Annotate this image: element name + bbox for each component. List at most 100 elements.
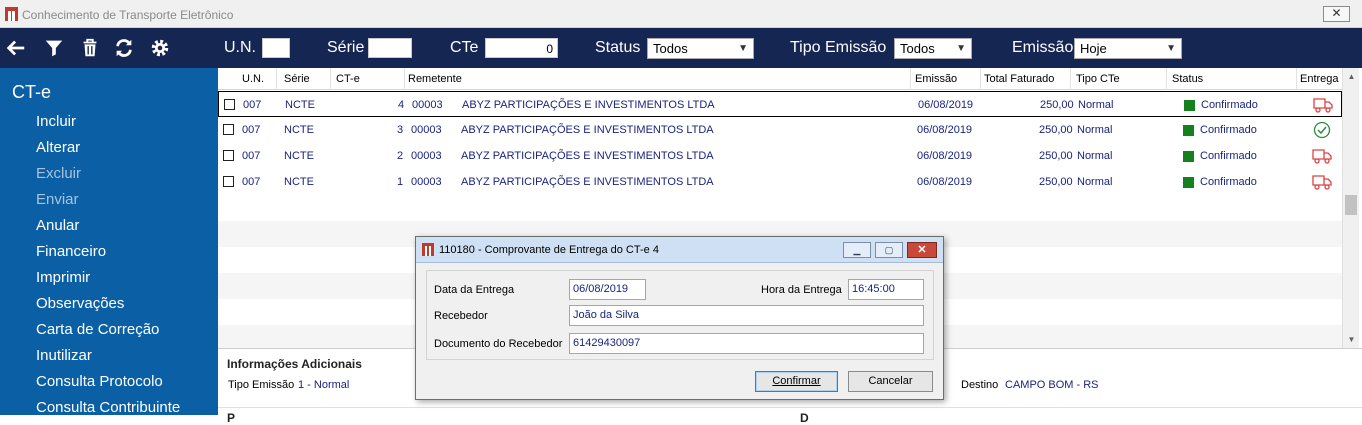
col-header-status[interactable]: Status bbox=[1172, 73, 1203, 85]
cte-label: CTe bbox=[450, 39, 479, 56]
cell-emissao: 06/08/2019 bbox=[918, 99, 974, 111]
col-divider bbox=[276, 68, 277, 90]
col-header-entrega[interactable]: Entrega bbox=[1300, 73, 1339, 85]
tipo-emissao-select-value: Todos bbox=[900, 41, 935, 56]
cell-total: 250,00 bbox=[1039, 150, 1073, 162]
cell-tipo: Normal bbox=[1077, 150, 1113, 162]
chevron-down-icon: ▼ bbox=[1166, 43, 1176, 54]
scroll-down-icon[interactable]: ▼ bbox=[1343, 331, 1360, 348]
data-entrega-label: Data da Entrega bbox=[434, 284, 515, 296]
cell-emissao: 06/08/2019 bbox=[917, 150, 973, 162]
un-input[interactable] bbox=[262, 38, 290, 58]
back-arrow-icon[interactable] bbox=[4, 36, 28, 60]
window-title: Conhecimento de Transporte Eletrônico bbox=[22, 8, 234, 22]
truck-icon[interactable] bbox=[1312, 147, 1332, 165]
info-destino-value: CAMPO BOM - RS bbox=[1005, 379, 1099, 391]
sidebar-item-anular[interactable]: Anular bbox=[36, 217, 79, 234]
un-label: U.N. bbox=[224, 39, 256, 56]
sidebar-item-enviar[interactable]: Enviar bbox=[36, 191, 79, 208]
col-header-tipo[interactable]: Tipo CTe bbox=[1076, 73, 1120, 85]
col-header-serie[interactable]: Série bbox=[284, 73, 310, 85]
cell-total: 250,00 bbox=[1039, 124, 1073, 136]
row-checkbox[interactable] bbox=[223, 176, 234, 187]
scroll-thumb[interactable] bbox=[1345, 195, 1357, 215]
emissao-select[interactable]: Hoje ▼ bbox=[1074, 38, 1182, 59]
table-row[interactable]: 007 NCTE 2 00003 ABYZ PARTICIPAÇÕES E IN… bbox=[218, 143, 1342, 169]
filter-toolbar: U.N. Série CTe 0 Status Todos ▼ Tipo Emi… bbox=[0, 28, 1362, 68]
maximize-button[interactable]: ▢ bbox=[875, 242, 903, 258]
table-row[interactable]: 007 NCTE 1 00003 ABYZ PARTICIPAÇÕES E IN… bbox=[218, 169, 1342, 195]
table-row[interactable]: 007 NCTE 4 00003 ABYZ PARTICIPAÇÕES E IN… bbox=[218, 91, 1342, 117]
emissao-label: Emissão bbox=[1012, 39, 1074, 56]
col-header-total[interactable]: Total Faturado bbox=[984, 73, 1054, 85]
data-entrega-field[interactable]: 06/08/2019 bbox=[569, 279, 646, 300]
table-row[interactable]: 007 NCTE 3 00003 ABYZ PARTICIPAÇÕES E IN… bbox=[218, 117, 1342, 143]
status-indicator bbox=[1184, 100, 1195, 111]
grid-vertical-scrollbar[interactable]: ▲ ▼ bbox=[1342, 68, 1359, 348]
recebedor-field[interactable]: João da Silva bbox=[569, 305, 924, 326]
sidebar-item-incluir[interactable]: Incluir bbox=[36, 113, 76, 130]
recebedor-label: Recebedor bbox=[434, 310, 488, 322]
chevron-down-icon: ▼ bbox=[738, 43, 748, 54]
sidebar-item-carta-correcao[interactable]: Carta de Correção bbox=[36, 321, 159, 338]
sidebar-item-alterar[interactable]: Alterar bbox=[36, 139, 80, 156]
gear-icon[interactable] bbox=[148, 36, 172, 60]
refresh-icon[interactable] bbox=[112, 36, 136, 60]
cell-code: 00003 bbox=[411, 150, 442, 162]
cell-emissao: 06/08/2019 bbox=[917, 124, 973, 136]
row-checkbox[interactable] bbox=[223, 124, 234, 135]
sidebar-item-inutilizar[interactable]: Inutilizar bbox=[36, 347, 92, 364]
cancel-button[interactable]: Cancelar bbox=[848, 371, 933, 392]
col-header-un[interactable]: U.N. bbox=[242, 73, 264, 85]
row-checkbox[interactable] bbox=[224, 99, 235, 110]
sidebar-item-observacoes[interactable]: Observações bbox=[36, 295, 124, 312]
emissao-select-value: Hoje bbox=[1080, 41, 1107, 56]
col-divider bbox=[330, 68, 331, 90]
serie-input[interactable] bbox=[368, 38, 412, 58]
app-logo-icon bbox=[5, 7, 18, 21]
trash-icon[interactable] bbox=[78, 36, 102, 60]
col-header-emissao[interactable]: Emissão bbox=[915, 73, 957, 85]
col-divider bbox=[1166, 68, 1167, 90]
sidebar-item-financeiro[interactable]: Financeiro bbox=[36, 243, 106, 260]
hora-entrega-label: Hora da Entrega bbox=[761, 284, 842, 296]
sidebar-item-excluir[interactable]: Excluir bbox=[36, 165, 81, 182]
section-heading-cut: P bbox=[227, 411, 236, 425]
divider bbox=[218, 407, 1362, 408]
cte-input[interactable]: 0 bbox=[485, 38, 558, 58]
scroll-up-icon[interactable]: ▲ bbox=[1343, 68, 1360, 85]
filter-icon[interactable] bbox=[42, 36, 66, 60]
confirm-button-label: Confirmar bbox=[772, 375, 821, 387]
check-circle-icon[interactable] bbox=[1312, 121, 1332, 139]
sidebar-item-consulta-protocolo[interactable]: Consulta Protocolo bbox=[36, 373, 163, 390]
status-select[interactable]: Todos ▼ bbox=[647, 38, 754, 59]
cell-remetente: ABYZ PARTICIPAÇÕES E INVESTIMENTOS LTDA bbox=[461, 124, 714, 136]
cell-un: 007 bbox=[242, 124, 261, 136]
cell-cte: 1 bbox=[397, 176, 404, 188]
hora-entrega-field[interactable]: 16:45:00 bbox=[848, 279, 924, 300]
dialog-close-button[interactable]: ✕ bbox=[907, 242, 937, 258]
sidebar-item-consulta-contribuinte[interactable]: Consulta Contribuinte bbox=[36, 399, 180, 416]
col-header-cte[interactable]: CT-e bbox=[336, 73, 360, 85]
tipo-emissao-select[interactable]: Todos ▼ bbox=[894, 38, 972, 59]
row-checkbox[interactable] bbox=[223, 150, 234, 161]
cell-total: 250,00 bbox=[1039, 176, 1073, 188]
app-logo-icon bbox=[422, 243, 434, 256]
status-label: Status bbox=[595, 39, 641, 56]
documento-recebedor-field[interactable]: 61429430097 bbox=[569, 333, 924, 354]
cell-status: Confirmado bbox=[1200, 150, 1257, 162]
section-heading-cut: D bbox=[800, 411, 809, 425]
col-header-remetente[interactable]: Remetente bbox=[408, 73, 462, 85]
minimize-button[interactable]: ▁ bbox=[843, 242, 871, 258]
dialog-title: 110180 - Comprovante de Entrega do CT-e … bbox=[439, 244, 659, 256]
info-tipo-emissao-label: Tipo Emissão bbox=[228, 379, 295, 391]
confirm-button[interactable]: Confirmar bbox=[755, 371, 838, 392]
sidebar-item-imprimir[interactable]: Imprimir bbox=[36, 269, 90, 286]
window-close-button[interactable]: ✕ bbox=[1323, 6, 1350, 22]
cell-status: Confirmado bbox=[1200, 176, 1257, 188]
cell-total: 250,00 bbox=[1040, 99, 1074, 111]
col-divider bbox=[404, 68, 405, 90]
cell-tipo: Normal bbox=[1077, 124, 1113, 136]
truck-icon[interactable] bbox=[1312, 173, 1332, 191]
truck-icon[interactable] bbox=[1313, 96, 1333, 114]
